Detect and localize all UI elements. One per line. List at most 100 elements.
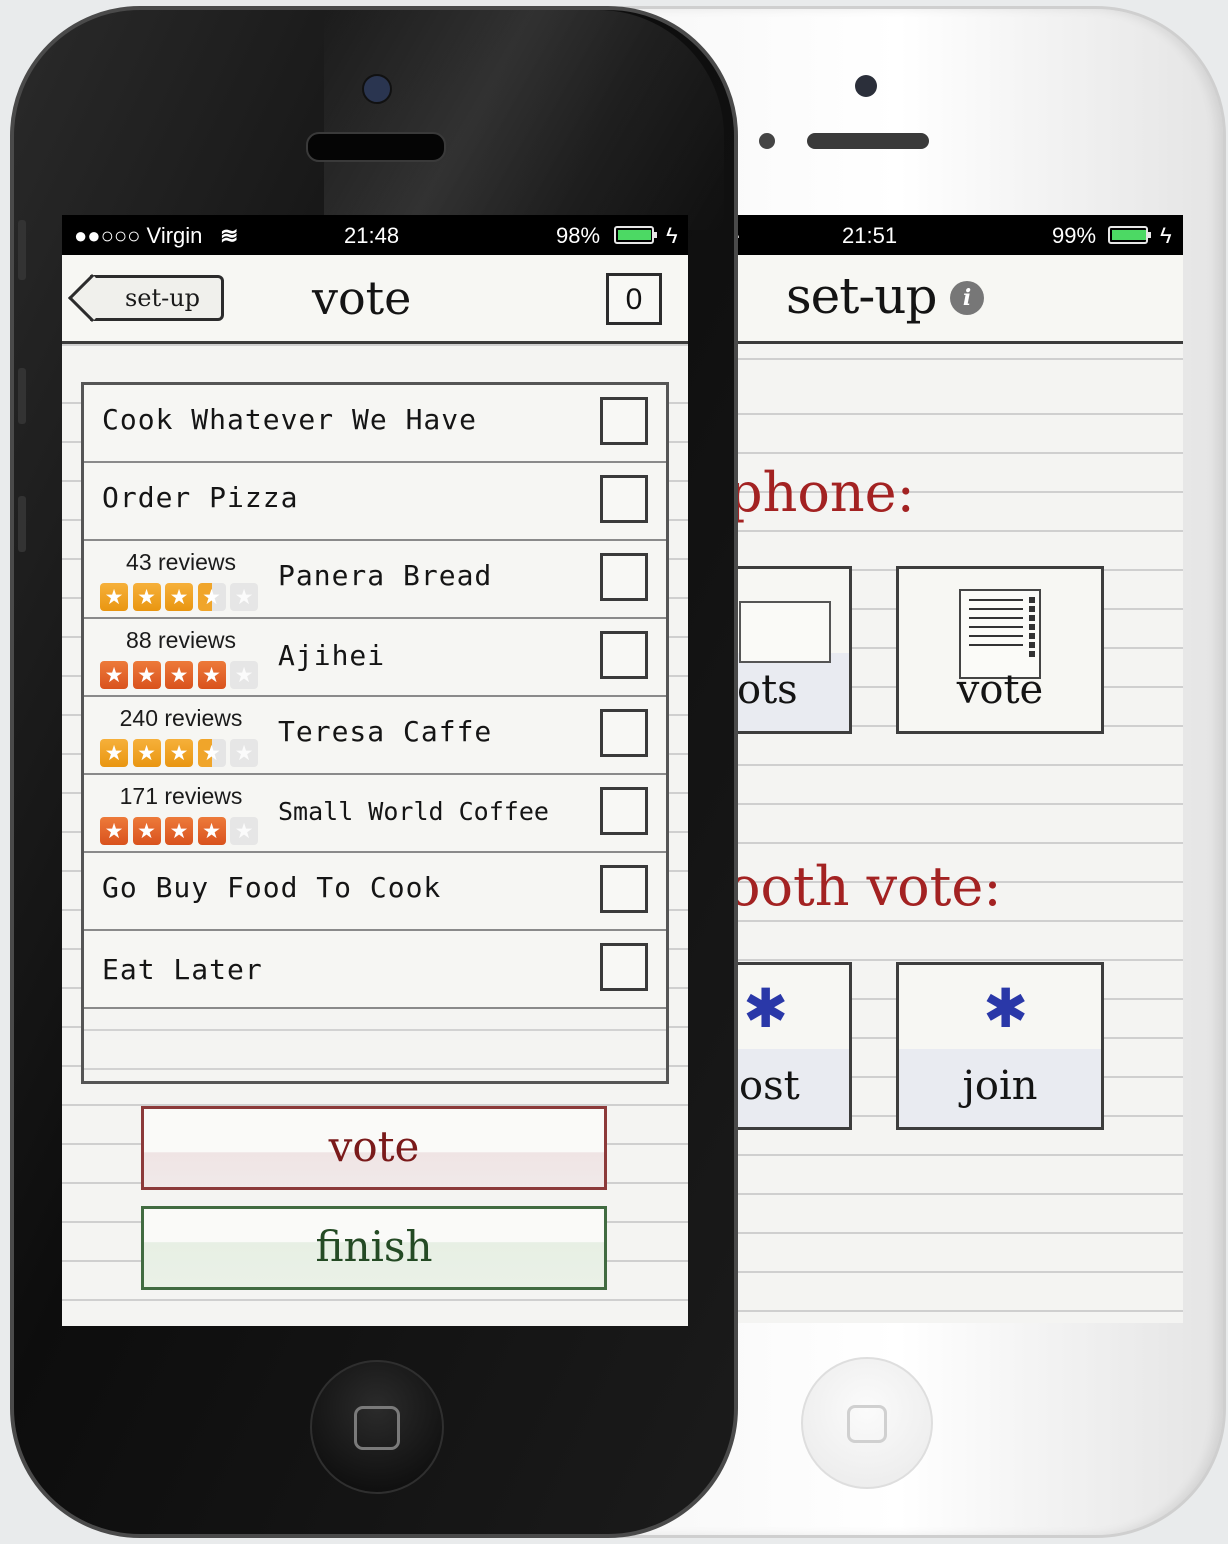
volume-up-button[interactable] bbox=[18, 368, 26, 424]
nav-bar: set-up vote 0 bbox=[62, 255, 688, 344]
review-count: 88 reviews bbox=[126, 627, 236, 653]
star-icon: ★ bbox=[100, 661, 128, 689]
finish-button[interactable]: finish bbox=[141, 1206, 607, 1290]
carrier-label: ●●○○○ Virgin bbox=[74, 223, 203, 248]
option-checkbox[interactable] bbox=[600, 709, 648, 757]
bluetooth-icon: ✱ bbox=[983, 977, 1029, 1040]
list-item[interactable]: 171 reviews ★ ★ ★ ★ ★ Small World Coffee bbox=[84, 775, 666, 853]
wifi-icon: ≋ bbox=[220, 223, 239, 248]
star-icon: ★ bbox=[165, 739, 193, 767]
star-icon: ★ bbox=[100, 583, 128, 611]
page-title: vote bbox=[312, 271, 412, 325]
status-time: 21:48 bbox=[344, 223, 400, 248]
box-icon bbox=[739, 601, 831, 663]
star-rating: ★ ★ ★ ★ ★ bbox=[100, 661, 263, 689]
tile-label: vote bbox=[956, 667, 1044, 713]
list-item[interactable]: Eat Later bbox=[84, 931, 666, 1009]
home-button[interactable] bbox=[310, 1360, 444, 1494]
tile-vote[interactable]: vote bbox=[896, 566, 1104, 734]
battery-percent: 98% bbox=[556, 223, 601, 248]
vote-screen: ●●○○○ Virgin ≋ 21:48 98% ϟ set-up vote 0… bbox=[62, 215, 688, 1326]
list-item[interactable]: Cook Whatever We Have bbox=[84, 385, 666, 463]
charging-icon: ϟ bbox=[666, 223, 678, 248]
earpiece-speaker bbox=[807, 133, 929, 149]
section-heading-bluetooth-vote: ooth vote: bbox=[734, 855, 1002, 918]
status-time: 21:51 bbox=[842, 223, 898, 248]
charging-icon: ϟ bbox=[1160, 223, 1172, 248]
home-square-icon bbox=[847, 1405, 887, 1443]
empty-star-icon: ★ bbox=[230, 739, 258, 767]
front-camera bbox=[855, 75, 877, 97]
option-name: Ajihei bbox=[278, 639, 386, 672]
tile-label: ost bbox=[739, 1063, 800, 1109]
option-checkbox[interactable] bbox=[600, 787, 648, 835]
option-name: Order Pizza bbox=[102, 481, 299, 514]
empty-star-icon: ★ bbox=[230, 661, 258, 689]
star-icon: ★ bbox=[165, 661, 193, 689]
proximity-sensor bbox=[759, 133, 775, 149]
mute-switch[interactable] bbox=[18, 220, 26, 280]
star-icon: ★ bbox=[132, 661, 161, 689]
vote-options-list: Cook Whatever We Have Order Pizza 43 rev… bbox=[81, 382, 669, 1084]
option-checkbox[interactable] bbox=[600, 943, 648, 991]
option-checkbox[interactable] bbox=[600, 631, 648, 679]
empty-star-icon: ★ bbox=[230, 817, 258, 845]
half-star-icon: ★ bbox=[197, 739, 226, 767]
info-icon[interactable]: i bbox=[950, 281, 984, 315]
back-button-label: set-up bbox=[124, 284, 201, 312]
option-name: Eat Later bbox=[102, 953, 263, 986]
tile-options[interactable]: ots bbox=[734, 566, 852, 734]
list-item[interactable]: 43 reviews ★ ★ ★ ★ ★ Panera Bread bbox=[84, 541, 666, 619]
battery-percent: 99% bbox=[1052, 223, 1097, 248]
list-item[interactable]: 88 reviews ★ ★ ★ ★ ★ Ajihei bbox=[84, 619, 666, 697]
setup-screen: · 21:51 99% ϟ set-up i phone: ots vote o… bbox=[734, 215, 1183, 1323]
review-count: 171 reviews bbox=[119, 783, 243, 809]
option-name: Panera Bread bbox=[278, 559, 493, 592]
option-checkbox[interactable] bbox=[600, 865, 648, 913]
star-icon: ★ bbox=[132, 583, 161, 611]
star-icon: ★ bbox=[197, 817, 226, 845]
option-checkbox[interactable] bbox=[600, 553, 648, 601]
ballot-list-icon bbox=[959, 589, 1041, 679]
tile-join[interactable]: ✱ join bbox=[896, 962, 1104, 1130]
vote-count-badge: 0 bbox=[606, 273, 662, 325]
list-item[interactable]: Go Buy Food To Cook bbox=[84, 853, 666, 931]
status-bar: ●●○○○ Virgin ≋ 21:48 98% ϟ bbox=[62, 215, 688, 255]
tile-label: ots bbox=[737, 667, 798, 713]
review-count: 43 reviews bbox=[126, 549, 236, 575]
star-icon: ★ bbox=[100, 739, 128, 767]
option-name: Go Buy Food To Cook bbox=[102, 871, 442, 904]
back-arrow-icon bbox=[67, 273, 117, 323]
star-icon: ★ bbox=[132, 739, 161, 767]
list-item[interactable]: Order Pizza bbox=[84, 463, 666, 541]
option-name: Teresa Caffe bbox=[278, 715, 493, 748]
star-icon: ★ bbox=[165, 817, 193, 845]
volume-down-button[interactable] bbox=[18, 496, 26, 552]
tile-label: join bbox=[962, 1063, 1038, 1109]
empty-star-icon: ★ bbox=[230, 583, 258, 611]
home-square-icon bbox=[354, 1406, 400, 1450]
earpiece-speaker bbox=[306, 132, 446, 162]
option-checkbox[interactable] bbox=[600, 397, 648, 445]
page-title: set-up bbox=[786, 267, 937, 325]
half-star-icon: ★ bbox=[197, 583, 226, 611]
home-button[interactable] bbox=[801, 1357, 933, 1489]
star-rating: ★ ★ ★ ★ ★ bbox=[100, 739, 263, 767]
star-icon: ★ bbox=[100, 817, 128, 845]
status-bar: · 21:51 99% ϟ bbox=[734, 215, 1183, 255]
battery-icon bbox=[614, 226, 657, 244]
back-button[interactable]: set-up bbox=[67, 273, 224, 323]
review-count: 240 reviews bbox=[119, 705, 243, 731]
front-camera bbox=[362, 74, 392, 104]
bluetooth-icon: ✱ bbox=[743, 977, 789, 1040]
option-checkbox[interactable] bbox=[600, 475, 648, 523]
tile-host[interactable]: ✱ ost bbox=[734, 962, 852, 1130]
list-item[interactable]: 240 reviews ★ ★ ★ ★ ★ Teresa Caffe bbox=[84, 697, 666, 775]
star-icon: ★ bbox=[197, 661, 226, 689]
vote-button[interactable]: vote bbox=[141, 1106, 607, 1190]
nav-bar: set-up i bbox=[734, 255, 1183, 344]
option-name: Cook Whatever We Have bbox=[102, 403, 478, 436]
section-heading-phone: phone: bbox=[734, 461, 915, 524]
battery-icon bbox=[1108, 226, 1151, 244]
option-name: Small World Coffee bbox=[278, 797, 549, 826]
